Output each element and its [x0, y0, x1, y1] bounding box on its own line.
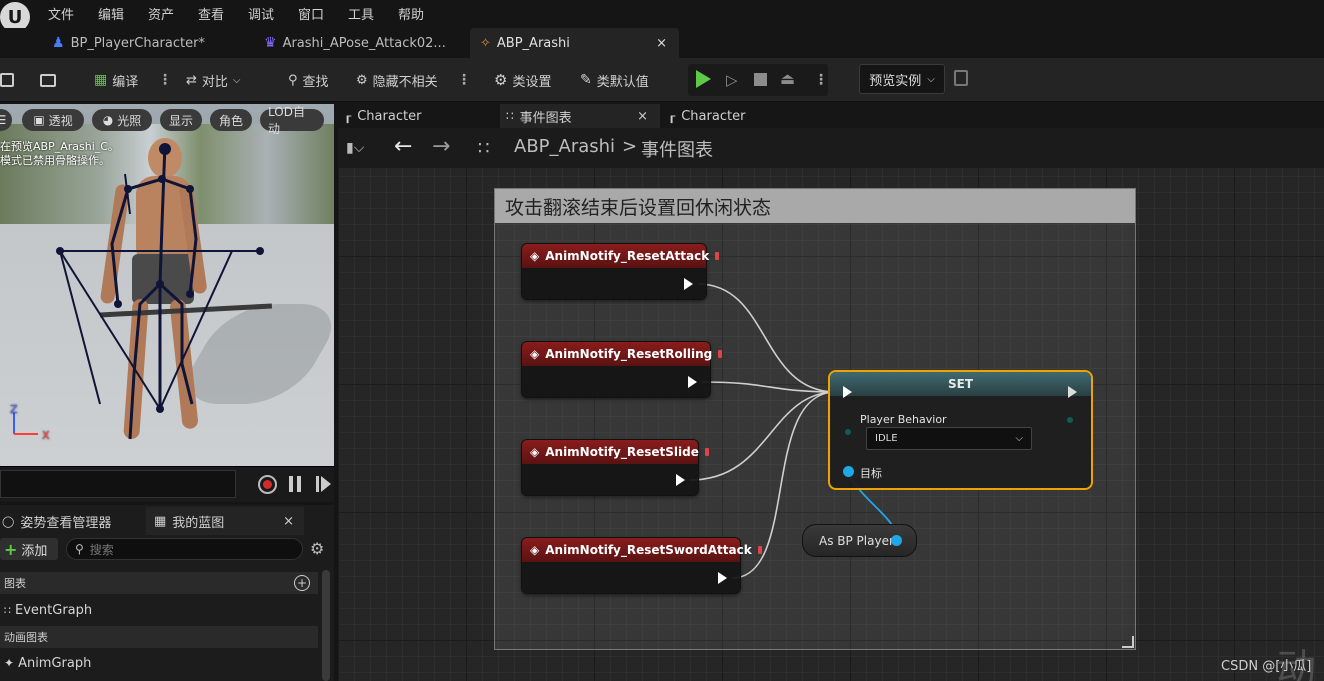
- event-node-header: ◈ AnimNotify_ResetRolling: [522, 342, 723, 366]
- exec-wire-2: [701, 381, 837, 393]
- event-node-title: AnimNotify_ResetAttack: [545, 249, 710, 263]
- event-node-reset-attack[interactable]: ◈ AnimNotify_ResetAttack: [522, 244, 720, 299]
- enum-output-pin[interactable]: [1067, 417, 1073, 423]
- delegate-pin[interactable]: [757, 546, 762, 554]
- set-node-header: SET: [830, 372, 1091, 396]
- as-bp-player-label: As BP Player: [819, 533, 894, 548]
- event-node-title: AnimNotify_ResetSlide: [545, 445, 699, 459]
- csdn-watermark: CSDN @[小瓜]: [1221, 659, 1312, 674]
- event-node-title: AnimNotify_ResetRolling: [545, 347, 713, 361]
- enum-input-pin[interactable]: [845, 429, 851, 435]
- exec-output-pin[interactable]: [684, 278, 693, 290]
- event-node-reset-slide[interactable]: ◈ AnimNotify_ResetSlide: [522, 440, 709, 495]
- event-node-reset-rolling[interactable]: ◈ AnimNotify_ResetRolling: [522, 342, 723, 397]
- chevron-down-icon: ⌵: [1015, 433, 1023, 444]
- unreal-editor-window: U 文件 编辑 资产 查看 调试 窗口 工具 帮助 ♟ BP_PlayerCha…: [0, 0, 1324, 681]
- player-behavior-value: IDLE: [875, 433, 898, 444]
- event-icon: ◈: [530, 543, 540, 557]
- set-exec-output-pin[interactable]: [1068, 386, 1077, 398]
- event-node-reset-sword-attack[interactable]: ◈ AnimNotify_ResetSwordAttack: [522, 538, 762, 593]
- event-node-header: ◈ AnimNotify_ResetSlide: [522, 440, 709, 464]
- event-node-header: ◈ AnimNotify_ResetAttack: [522, 244, 720, 268]
- set-exec-input-pin[interactable]: [843, 386, 852, 398]
- cast-output-pin[interactable]: [891, 535, 902, 546]
- event-icon: ◈: [530, 445, 540, 459]
- exec-wire-3: [689, 391, 837, 481]
- event-icon: ◈: [530, 249, 540, 263]
- player-behavior-dropdown[interactable]: IDLE ⌵: [866, 427, 1032, 450]
- player-behavior-label: Player Behavior: [860, 413, 947, 426]
- delegate-pin[interactable]: [718, 350, 723, 358]
- delegate-pin[interactable]: [704, 448, 709, 456]
- exec-output-pin[interactable]: [718, 572, 727, 584]
- exec-wire-1: [697, 283, 837, 393]
- event-node-header: ◈ AnimNotify_ResetSwordAttack: [522, 538, 762, 562]
- event-node-title: AnimNotify_ResetSwordAttack: [545, 543, 752, 557]
- delegate-pin[interactable]: [715, 252, 720, 260]
- target-input-pin[interactable]: [843, 466, 854, 477]
- event-icon: ◈: [530, 347, 540, 361]
- exec-output-pin[interactable]: [676, 474, 685, 486]
- target-label: 目标: [860, 467, 882, 480]
- exec-output-pin[interactable]: [688, 376, 697, 388]
